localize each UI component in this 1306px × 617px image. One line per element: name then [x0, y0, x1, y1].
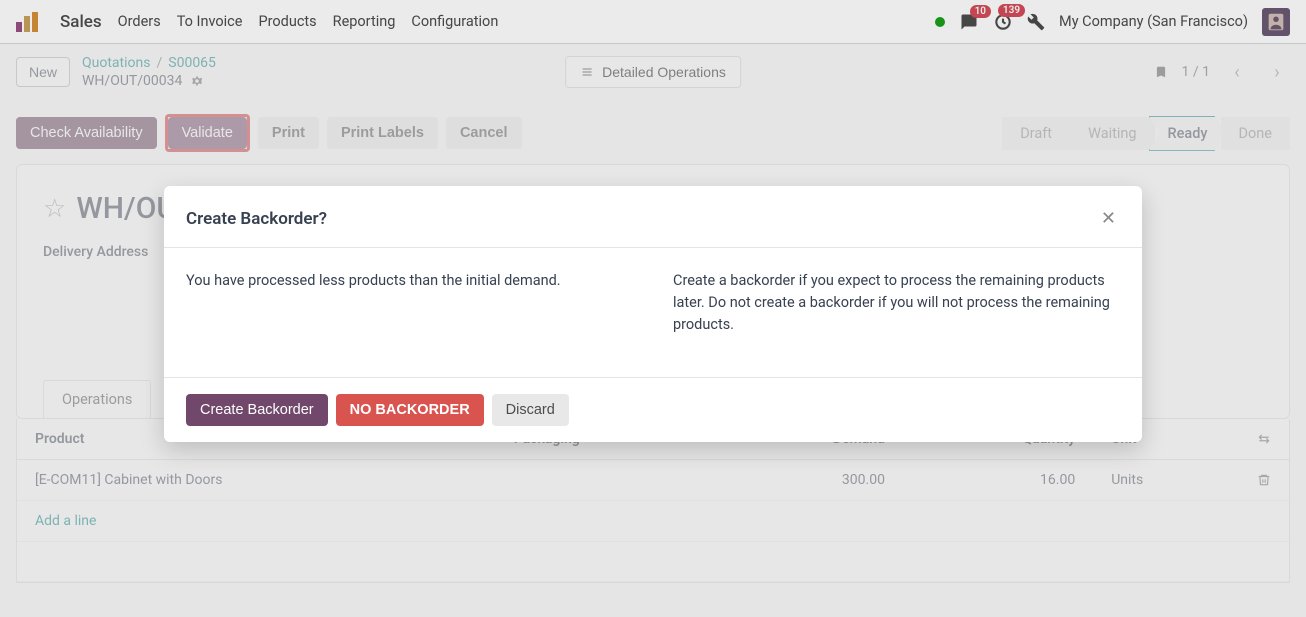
no-backorder-button[interactable]: NO BACKORDER [336, 394, 484, 426]
modal-title: Create Backorder? [186, 209, 327, 229]
modal-msg-right: Create a backorder if you expect to proc… [673, 270, 1120, 335]
modal-body: You have processed less products than th… [164, 248, 1142, 378]
modal-footer: Create Backorder NO BACKORDER Discard [164, 378, 1142, 442]
modal-msg-left: You have processed less products than th… [186, 270, 633, 335]
modal-header: Create Backorder? ✕ [164, 186, 1142, 248]
backorder-modal: Create Backorder? ✕ You have processed l… [164, 186, 1142, 442]
close-icon[interactable]: ✕ [1097, 204, 1120, 233]
create-backorder-button[interactable]: Create Backorder [186, 394, 328, 426]
discard-button[interactable]: Discard [492, 394, 569, 426]
